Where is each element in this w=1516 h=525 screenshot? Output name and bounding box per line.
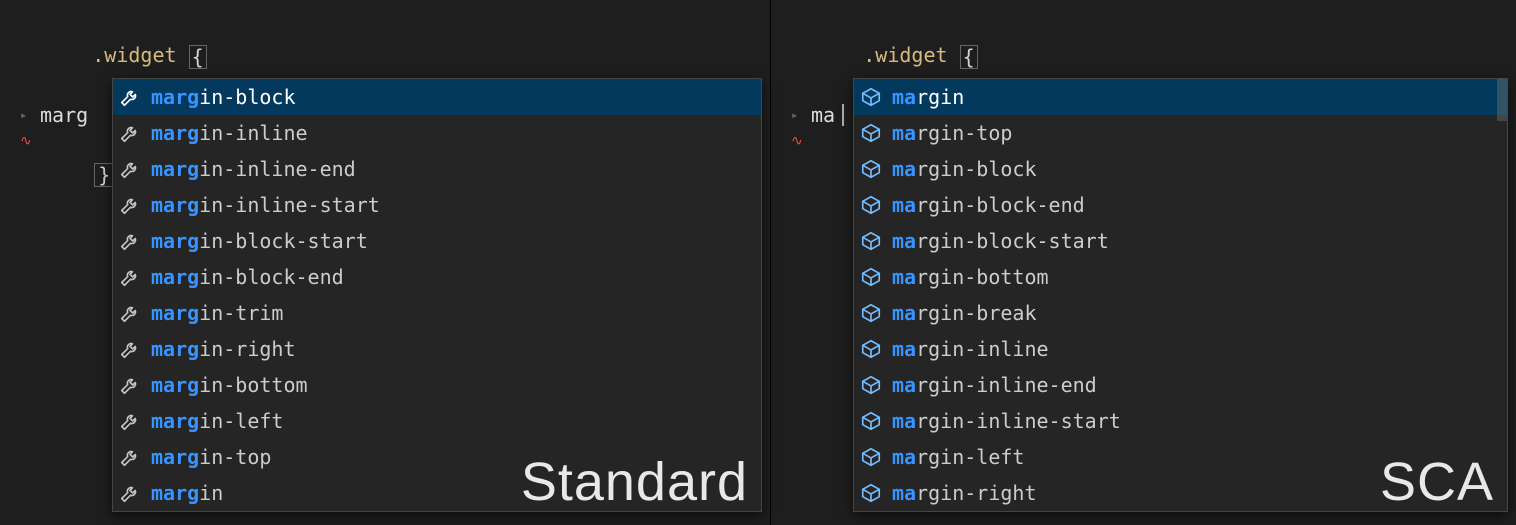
suggestion-label: margin-block — [151, 85, 296, 109]
suggestion-label: margin-trim — [151, 301, 283, 325]
suggestion-label: margin-inline — [151, 121, 308, 145]
editor-pane-right: .widget { ▸ ma } ∿ margin margin-top mar… — [770, 0, 1516, 525]
wrench-icon — [119, 266, 141, 288]
package-icon — [860, 302, 882, 324]
suggestion-label: margin-inline-start — [151, 193, 380, 217]
suggestion-label: margin-block-end — [892, 193, 1085, 217]
suggestion-item[interactable]: margin-bottom — [113, 367, 761, 403]
suggestion-item[interactable]: margin-block-start — [854, 223, 1507, 259]
suggestion-label: margin-left — [151, 409, 283, 433]
wrench-icon — [119, 194, 141, 216]
wrench-icon — [119, 482, 141, 504]
suggestion-label: margin — [151, 481, 223, 505]
suggestion-item[interactable]: margin-inline-start — [113, 187, 761, 223]
wrench-icon — [119, 86, 141, 108]
suggestion-item[interactable]: margin — [113, 475, 761, 511]
error-squiggle-icon: ∿ — [20, 134, 32, 148]
suggestion-item[interactable]: margin-inline-start — [854, 403, 1507, 439]
suggestion-label: margin — [892, 85, 964, 109]
editor-pane-left: .widget { ▸ marg } ∿ margin-block margin… — [0, 0, 770, 525]
suggestion-label: margin-bottom — [151, 373, 308, 397]
error-squiggle-icon: ∿ — [791, 134, 803, 148]
suggestion-item[interactable]: margin-left — [113, 403, 761, 439]
suggestion-label: margin-inline-start — [892, 409, 1121, 433]
suggestion-label: margin-right — [151, 337, 296, 361]
suggestion-item[interactable]: margin-block — [854, 151, 1507, 187]
wrench-icon — [119, 302, 141, 324]
suggestion-item[interactable]: margin-inline-end — [113, 151, 761, 187]
wrench-icon — [119, 122, 141, 144]
package-icon — [860, 230, 882, 252]
suggestion-label: margin-top — [892, 121, 1012, 145]
suggestion-item[interactable]: margin-left — [854, 439, 1507, 475]
wrench-icon — [119, 446, 141, 468]
suggestion-label: margin-left — [892, 445, 1024, 469]
suggestion-label: margin-top — [151, 445, 271, 469]
typed-text: ma — [811, 100, 835, 130]
wrench-icon — [119, 410, 141, 432]
package-icon — [860, 446, 882, 468]
open-brace: { — [960, 45, 978, 69]
suggestion-label: margin-block-start — [151, 229, 368, 253]
package-icon — [860, 158, 882, 180]
suggestion-label: margin-block-start — [892, 229, 1109, 253]
package-icon — [860, 86, 882, 108]
package-icon — [860, 266, 882, 288]
wrench-icon — [119, 338, 141, 360]
wrench-icon — [119, 158, 141, 180]
suggestion-item[interactable]: margin-right — [113, 331, 761, 367]
suggestion-label: margin-right — [892, 481, 1037, 505]
suggestion-label: margin-break — [892, 301, 1037, 325]
package-icon — [860, 122, 882, 144]
open-brace: { — [189, 45, 207, 69]
suggestion-item[interactable]: margin-top — [854, 115, 1507, 151]
chevron-right-icon: ▸ — [20, 100, 34, 130]
suggestion-item[interactable]: margin-top — [113, 439, 761, 475]
package-icon — [860, 482, 882, 504]
suggestion-label: margin-inline-end — [151, 157, 356, 181]
suggestion-item[interactable]: margin-inline — [854, 331, 1507, 367]
suggestion-item[interactable]: margin-block-end — [113, 259, 761, 295]
css-selector: .widget — [92, 43, 176, 67]
suggestion-label: margin-block-end — [151, 265, 344, 289]
package-icon — [860, 338, 882, 360]
package-icon — [860, 374, 882, 396]
suggestion-item[interactable]: margin — [854, 79, 1507, 115]
suggestion-item[interactable]: margin-trim — [113, 295, 761, 331]
css-selector: .widget — [863, 43, 947, 67]
suggestion-list[interactable]: margin margin-top margin-block margin-bl… — [853, 78, 1508, 512]
suggestion-label: margin-block — [892, 157, 1037, 181]
suggestion-item[interactable]: margin-break — [854, 295, 1507, 331]
typed-text: marg — [40, 100, 88, 130]
suggestion-item[interactable]: margin-block-end — [854, 187, 1507, 223]
package-icon — [860, 194, 882, 216]
suggestion-item[interactable]: margin-bottom — [854, 259, 1507, 295]
wrench-icon — [119, 230, 141, 252]
suggestion-item[interactable]: margin-block — [113, 79, 761, 115]
scrollbar-thumb[interactable] — [1497, 79, 1507, 121]
suggestion-item[interactable]: margin-inline-end — [854, 367, 1507, 403]
wrench-icon — [119, 374, 141, 396]
suggestion-list[interactable]: margin-block margin-inline margin-inline… — [112, 78, 762, 512]
suggestion-item[interactable]: margin-right — [854, 475, 1507, 511]
chevron-right-icon: ▸ — [791, 100, 805, 130]
suggestion-label: margin-bottom — [892, 265, 1049, 289]
suggestion-label: margin-inline — [892, 337, 1049, 361]
text-cursor — [842, 104, 844, 126]
suggestion-item[interactable]: margin-inline — [113, 115, 761, 151]
suggestion-item[interactable]: margin-block-start — [113, 223, 761, 259]
package-icon — [860, 410, 882, 432]
suggestion-label: margin-inline-end — [892, 373, 1097, 397]
